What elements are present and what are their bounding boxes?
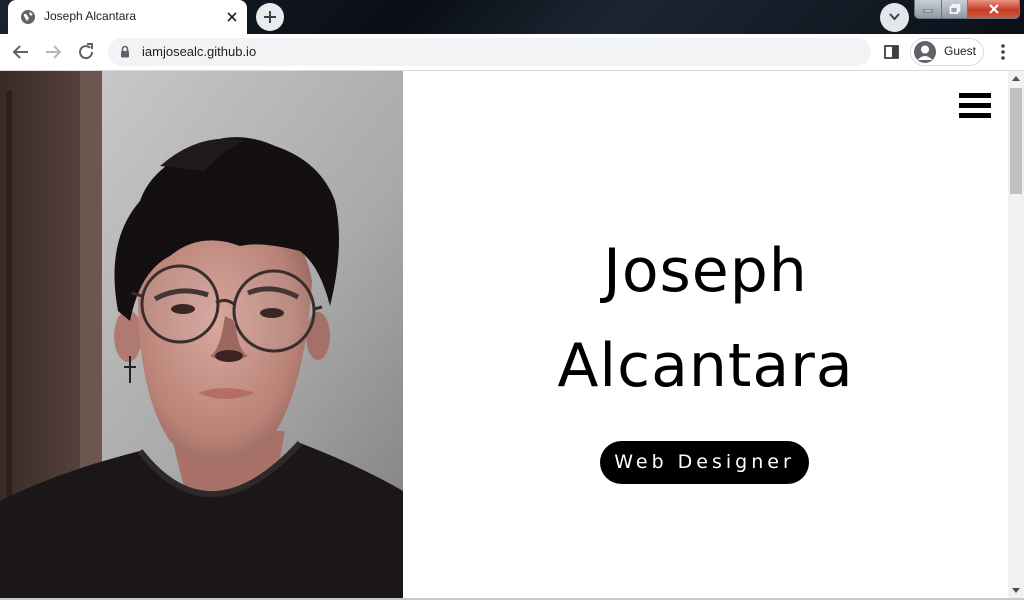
avatar <box>914 41 936 63</box>
scroll-up-arrow-icon[interactable] <box>1012 75 1020 81</box>
role-badge: Web Designer <box>600 441 809 484</box>
new-tab-button[interactable] <box>256 3 284 31</box>
browser-tab[interactable]: Joseph Alcantara <box>8 0 247 34</box>
tab-search-button[interactable] <box>880 3 909 32</box>
reload-icon[interactable] <box>74 40 98 64</box>
window-controls <box>914 0 1020 19</box>
side-panel-icon[interactable] <box>883 43 901 61</box>
close-icon[interactable] <box>224 9 240 25</box>
minimize-icon <box>923 9 933 13</box>
arrow-right-icon[interactable] <box>41 40 65 64</box>
page-viewport: Joseph Alcantara Web Designer <box>0 71 1008 598</box>
page-title-first-name: Joseph <box>603 236 808 306</box>
globe-icon <box>21 10 35 24</box>
portrait-image <box>0 71 403 598</box>
url-text[interactable]: iamjosealc.github.io <box>142 44 256 59</box>
chevron-down-icon <box>889 13 900 21</box>
profile-photo <box>0 71 403 598</box>
tab-title: Joseph Alcantara <box>44 9 137 23</box>
tab-strip: Joseph Alcantara <box>0 0 1024 34</box>
profile-label: Guest <box>944 44 977 58</box>
scrollbar-thumb[interactable] <box>1010 88 1022 194</box>
scrollbar[interactable] <box>1008 71 1024 598</box>
scroll-down-arrow-icon[interactable] <box>1012 588 1020 594</box>
hero-section: Joseph Alcantara Web Designer <box>403 71 1008 598</box>
window-close-button[interactable] <box>968 0 1019 18</box>
person-icon <box>917 45 933 60</box>
minimize-button[interactable] <box>915 0 942 18</box>
arrow-left-icon[interactable] <box>9 40 33 64</box>
profile-button[interactable]: Guest <box>910 38 984 66</box>
restore-icon <box>949 4 960 14</box>
kebab-menu-icon[interactable] <box>995 42 1011 62</box>
lock-icon[interactable] <box>120 45 130 58</box>
address-bar[interactable]: iamjosealc.github.io <box>108 38 871 66</box>
restore-button[interactable] <box>942 0 968 18</box>
page-title-last-name: Alcantara <box>557 331 854 401</box>
hamburger-icon[interactable] <box>959 93 991 119</box>
close-icon <box>988 4 999 14</box>
plus-icon <box>264 11 276 23</box>
browser-toolbar: iamjosealc.github.io Guest <box>0 34 1024 71</box>
